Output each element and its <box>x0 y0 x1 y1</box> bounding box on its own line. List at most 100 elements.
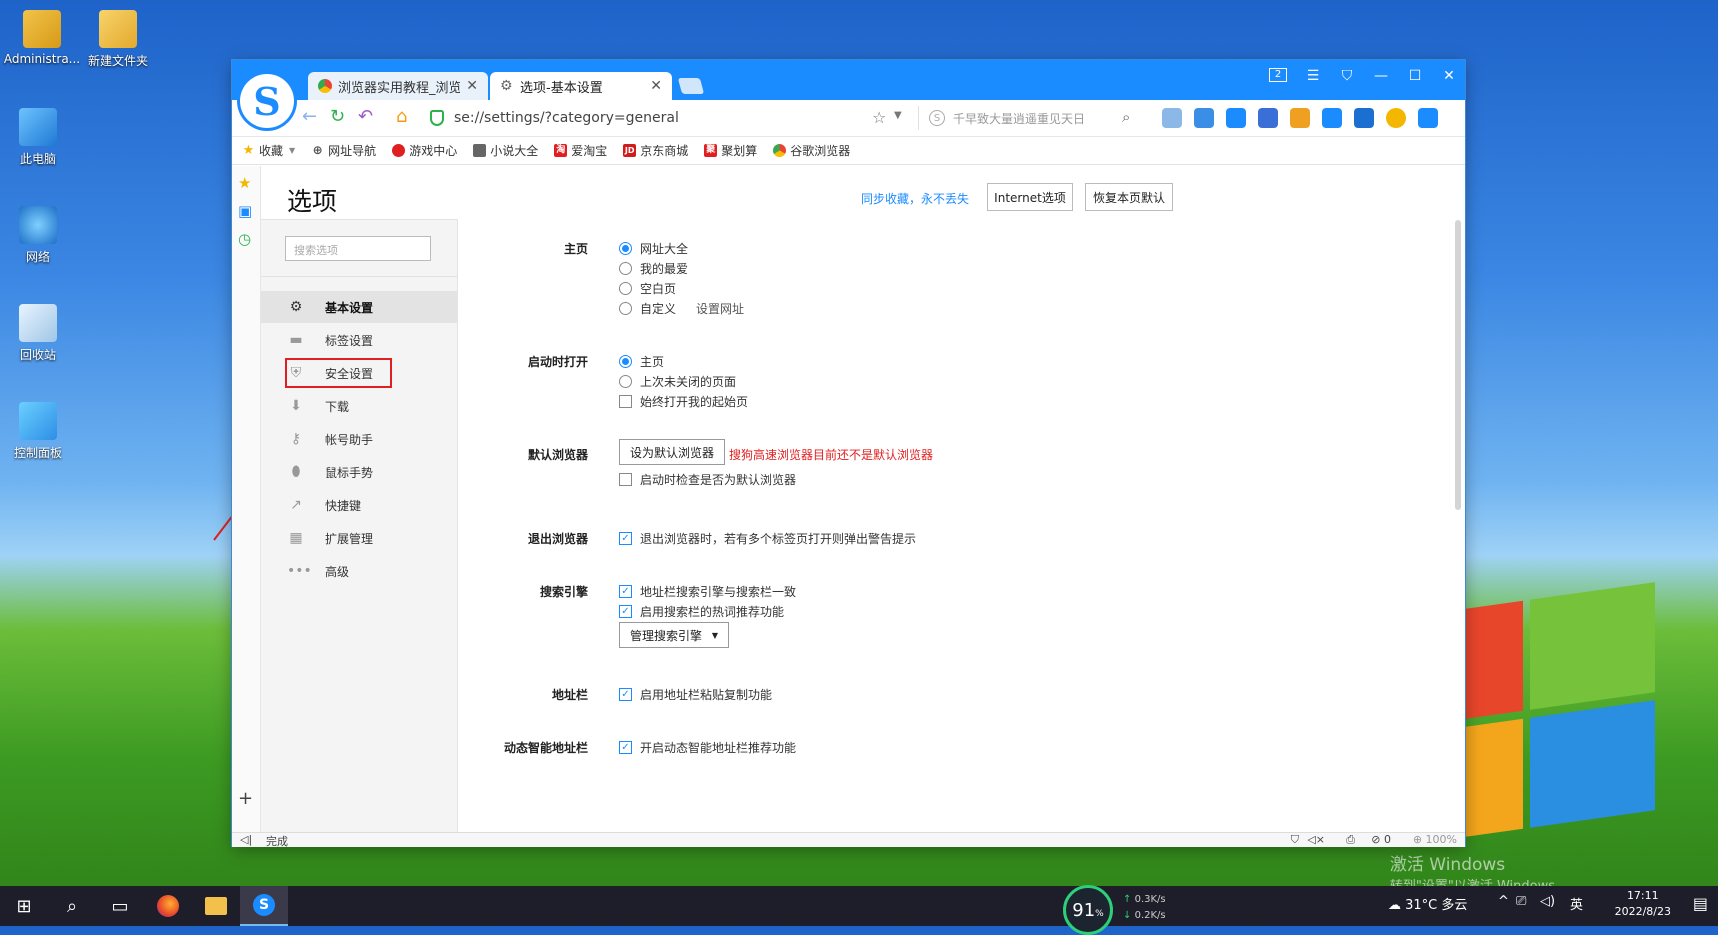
desktop-icon-this-pc[interactable]: 此电脑 <box>0 100 80 167</box>
desktop-icon-administrator[interactable]: Administra... <box>0 2 84 66</box>
security-shield-icon[interactable]: ⛉ <box>1291 833 1299 847</box>
firefox-taskbar-button[interactable] <box>144 886 192 926</box>
radio-button[interactable] <box>619 262 632 275</box>
translate-icon[interactable] <box>1194 108 1214 128</box>
vertical-scrollbar[interactable] <box>1455 220 1461 510</box>
clock[interactable]: 17:11 2022/8/23 <box>1615 888 1671 920</box>
bookmark-chrome[interactable]: 谷歌浏览器 <box>773 142 850 159</box>
search-box[interactable]: S 千早致大量逍遥重见天日 <box>918 106 1137 130</box>
notification-icon[interactable]: ▤ <box>1693 894 1708 913</box>
bookmark-novels[interactable]: 小说大全 <box>473 142 538 159</box>
sogou-browser-taskbar-button[interactable]: S <box>240 886 288 926</box>
desktop-icon-network[interactable]: 网络 <box>0 198 80 265</box>
bookmark-favorites[interactable]: ★ 收藏 ▼ <box>242 142 296 159</box>
sidebar-item-tabs[interactable]: ▬ 标签设置 <box>261 324 457 356</box>
checkbox[interactable] <box>619 395 632 408</box>
bookmark-jd[interactable]: JD 京东商城 <box>623 142 688 159</box>
tab-count-badge[interactable]: 2 <box>1269 68 1287 82</box>
tab-tutorial[interactable]: 浏览器实用教程_浏览器 ✕ <box>308 72 488 100</box>
search-engine-sync-option[interactable]: ✓ 地址栏搜索引擎与搜索栏一致 <box>619 583 796 600</box>
close-icon[interactable]: ✕ <box>1441 68 1457 84</box>
sidebar-item-gestures[interactable]: ⬮ 鼠标手势 <box>261 456 457 488</box>
menu-icon[interactable]: ☰ <box>1305 68 1321 84</box>
download-icon[interactable] <box>1418 108 1438 128</box>
desktop-icon-recycle-bin[interactable]: 回收站 <box>0 296 80 363</box>
checkbox-checked[interactable]: ✓ <box>619 532 632 545</box>
task-view-button[interactable]: ▭ <box>96 886 144 926</box>
emoji-icon[interactable] <box>1386 108 1406 128</box>
history-clock-icon[interactable]: ◷ <box>238 230 254 248</box>
add-icon[interactable]: + <box>238 788 254 809</box>
set-url-link[interactable]: 设置网址 <box>696 300 744 317</box>
bookmark-star-icon[interactable]: ☆ <box>872 108 886 127</box>
sidebar-item-shortcuts[interactable]: ↗ 快捷键 <box>261 489 457 521</box>
minimize-icon[interactable]: — <box>1373 68 1389 84</box>
internet-options-button[interactable]: Internet选项 <box>987 183 1073 211</box>
tab-settings[interactable]: ⚙ 选项-基本设置 ✕ <box>490 72 672 100</box>
radio-button[interactable] <box>619 375 632 388</box>
sidebar-item-download[interactable]: ⬇ 下载 <box>261 390 457 422</box>
bookmark-nav[interactable]: ⊕ 网址导航 <box>311 142 377 159</box>
network-tray-icon[interactable]: ⎚ <box>1516 894 1526 909</box>
restore-defaults-button[interactable]: 恢复本页默认 <box>1085 183 1173 211</box>
bookmark-taobao[interactable]: 淘 爱淘宝 <box>554 142 607 159</box>
startup-option-start-page[interactable]: 始终打开我的起始页 <box>619 393 748 410</box>
set-default-browser-button[interactable]: 设为默认浏览器 <box>619 439 726 465</box>
screenshot-icon[interactable]: ⎙ <box>1346 833 1355 847</box>
search-icon[interactable]: ⌕ <box>1122 108 1130 126</box>
radio-button[interactable] <box>619 242 632 255</box>
translate-box-icon[interactable] <box>1322 108 1342 128</box>
radio-button[interactable] <box>619 302 632 315</box>
bookmark-juhuasuan[interactable]: 聚 聚划算 <box>704 142 757 159</box>
homepage-option-blank[interactable]: 空白页 <box>619 280 676 297</box>
key-icon[interactable] <box>1290 108 1310 128</box>
radio-button[interactable] <box>619 355 632 368</box>
radio-button[interactable] <box>619 282 632 295</box>
search-hotword-option[interactable]: ✓ 启用搜索栏的热词推荐功能 <box>619 603 784 620</box>
network-speed-gauge[interactable]: 91% <box>1063 885 1113 935</box>
sync-link[interactable]: 同步收藏，永不丢失 <box>861 190 969 207</box>
homepage-option-nav[interactable]: 网址大全 <box>619 240 688 257</box>
manage-search-engines-dropdown[interactable]: 管理搜索引擎 ▼ <box>619 622 729 648</box>
bookmark-games[interactable]: 游戏中心 <box>392 142 457 159</box>
homepage-option-custom[interactable]: 自定义 设置网址 <box>619 300 744 317</box>
refresh-icon[interactable]: ↻ <box>330 106 345 127</box>
chevron-down-icon[interactable]: ▼ <box>894 110 902 121</box>
favorites-star-icon[interactable]: ★ <box>238 174 254 192</box>
startup-option-last-session[interactable]: 上次未关闭的页面 <box>619 373 736 390</box>
weather-widget[interactable]: ☁ 31°C 多云 <box>1388 894 1467 913</box>
tray-overflow-chevron[interactable]: ^ <box>1498 894 1509 909</box>
startup-option-home[interactable]: 主页 <box>619 353 664 370</box>
login-icon[interactable] <box>1226 108 1246 128</box>
tab-close-icon[interactable]: ✕ <box>466 78 478 94</box>
zoom-level[interactable]: ⊕ 100% <box>1413 833 1457 846</box>
reader-icon[interactable] <box>1354 108 1374 128</box>
undo-icon[interactable]: ↶ <box>358 106 373 127</box>
desktop-icon-new-folder[interactable]: 新建文件夹 <box>76 2 160 69</box>
ime-indicator[interactable]: 英 <box>1570 894 1583 913</box>
checkbox-checked[interactable]: ✓ <box>619 605 632 618</box>
sidebar-toggle-icon[interactable]: ◁| <box>240 833 252 846</box>
maximize-icon[interactable]: ☐ <box>1407 68 1423 84</box>
home-icon[interactable]: ⌂ <box>396 106 407 127</box>
reading-list-icon[interactable]: ▣ <box>238 202 254 220</box>
checkbox-checked[interactable]: ✓ <box>619 741 632 754</box>
check-default-on-start[interactable]: 启动时检查是否为默认浏览器 <box>619 471 796 488</box>
new-tab-button[interactable] <box>677 78 705 94</box>
start-button[interactable]: ⊞ <box>0 886 48 926</box>
settings-search-input[interactable]: 搜索选项 <box>285 236 431 261</box>
smart-bar-option[interactable]: ✓ 开启动态智能地址栏推荐功能 <box>619 739 796 756</box>
exit-warning-option[interactable]: ✓ 退出浏览器时，若有多个标签页打开则弹出警告提示 <box>619 530 916 547</box>
address-bar[interactable]: se://settings/?category=general <box>430 104 860 132</box>
checkbox-checked[interactable]: ✓ <box>619 585 632 598</box>
mute-icon[interactable]: ◁× <box>1307 833 1325 846</box>
file-explorer-taskbar-button[interactable] <box>192 886 240 926</box>
homepage-option-favorites[interactable]: 我的最爱 <box>619 260 688 277</box>
desktop-icon-control-panel[interactable]: 控制面板 <box>0 394 80 461</box>
tab-close-icon[interactable]: ✕ <box>650 78 662 94</box>
sidebar-item-extensions[interactable]: ▦ 扩展管理 <box>261 522 457 554</box>
checkbox-checked[interactable]: ✓ <box>619 688 632 701</box>
addressbar-paste-option[interactable]: ✓ 启用地址栏粘贴复制功能 <box>619 686 772 703</box>
volume-icon[interactable]: ◁) <box>1540 894 1555 909</box>
scissors-icon[interactable] <box>1258 108 1278 128</box>
